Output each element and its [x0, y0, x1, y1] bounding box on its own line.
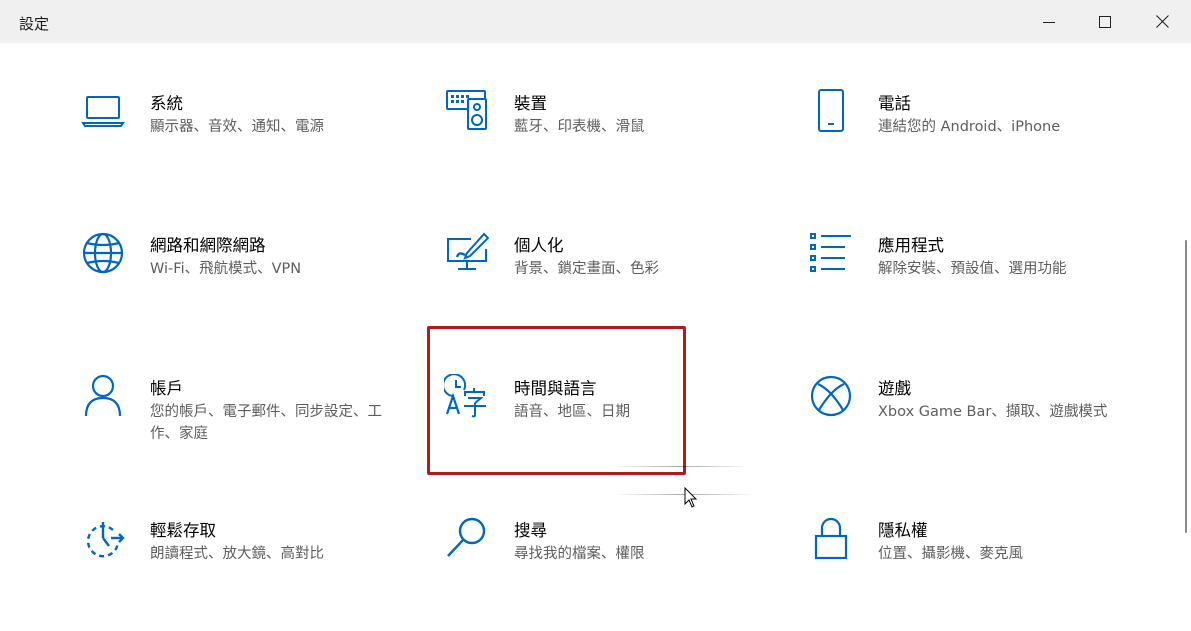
tile-ease-of-access[interactable]: 輕鬆存取 朗讀程式、放大鏡、高對比	[80, 515, 410, 625]
tile-search[interactable]: 搜尋 尋找我的檔案、權限	[444, 515, 774, 625]
tile-devices[interactable]: 裝置 藍牙、印表機、滑鼠	[444, 88, 774, 198]
app-list-icon	[808, 230, 854, 276]
scrollbar[interactable]	[1185, 240, 1187, 533]
ease-of-access-icon	[80, 515, 126, 561]
lock-icon	[808, 515, 854, 561]
tile-name: 搜尋	[514, 521, 547, 540]
title-bar: 設定	[0, 0, 1191, 43]
tile-description: Wi-Fi、飛航模式、VPN	[150, 261, 302, 277]
tile-name: 輕鬆存取	[150, 521, 216, 540]
tile-description: 位置、攝影機、麥克風	[878, 546, 1023, 562]
maximize-icon	[1099, 15, 1111, 28]
close-button[interactable]	[1133, 0, 1191, 43]
tile-name: 網路和網際網路	[150, 236, 266, 255]
minimize-icon	[1043, 21, 1055, 23]
tile-description: 連結您的 Android、iPhone	[878, 119, 1061, 135]
tile-apps[interactable]: 應用程式 解除安裝、預設值、選用功能	[808, 230, 1138, 340]
tile-description: 顯示器、音效、通知、電源	[150, 119, 324, 135]
tile-name: 帳戶	[150, 379, 183, 398]
tile-description: 背景、鎖定畫面、色彩	[514, 261, 659, 277]
tile-description: 尋找我的檔案、權限	[514, 546, 645, 562]
tile-name: 應用程式	[878, 236, 944, 255]
tile-accounts[interactable]: 帳戶 您的帳戶、電子郵件、同步設定、工作、家庭	[80, 373, 410, 483]
tile-phone[interactable]: 電話 連結您的 Android、iPhone	[808, 88, 1138, 198]
tile-gaming[interactable]: 遊戲 Xbox Game Bar、擷取、遊戲模式	[808, 373, 1138, 483]
cursor-trail	[610, 466, 750, 467]
tile-system[interactable]: 系統 顯示器、音效、通知、電源	[80, 88, 410, 198]
tile-personalization[interactable]: 個人化 背景、鎖定畫面、色彩	[444, 230, 774, 340]
tile-description: Xbox Game Bar、擷取、遊戲模式	[878, 404, 1108, 420]
phone-icon	[808, 88, 854, 134]
person-icon	[80, 373, 126, 419]
tile-network[interactable]: 網路和網際網路 Wi-Fi、飛航模式、VPN	[80, 230, 410, 340]
maximize-button[interactable]	[1076, 0, 1134, 43]
keyboard-speaker-icon	[444, 88, 490, 134]
tile-privacy[interactable]: 隱私權 位置、攝影機、麥克風	[808, 515, 1138, 625]
tile-description: 解除安裝、預設值、選用功能	[878, 261, 1067, 277]
tile-name: 系統	[150, 94, 183, 113]
mouse-cursor-icon	[684, 487, 698, 508]
tile-name: 個人化	[514, 236, 564, 255]
paint-screen-icon	[444, 230, 490, 276]
tile-description: 藍牙、印表機、滑鼠	[514, 119, 645, 135]
tile-name: 裝置	[514, 94, 547, 113]
window-title: 設定	[19, 15, 50, 33]
tile-description: 朗讀程式、放大鏡、高對比	[150, 546, 324, 562]
tile-description: 您的帳戶、電子郵件、同步設定、工作、家庭	[150, 404, 382, 442]
tile-name: 遊戲	[878, 379, 911, 398]
tile-name: 電話	[878, 94, 911, 113]
minimize-button[interactable]	[1020, 0, 1078, 43]
laptop-icon	[80, 88, 126, 134]
tile-name: 隱私權	[878, 521, 928, 540]
globe-icon	[80, 230, 126, 276]
highlight-box	[427, 326, 686, 475]
close-icon	[1155, 15, 1169, 28]
search-icon	[444, 515, 490, 561]
xbox-icon	[808, 373, 854, 419]
